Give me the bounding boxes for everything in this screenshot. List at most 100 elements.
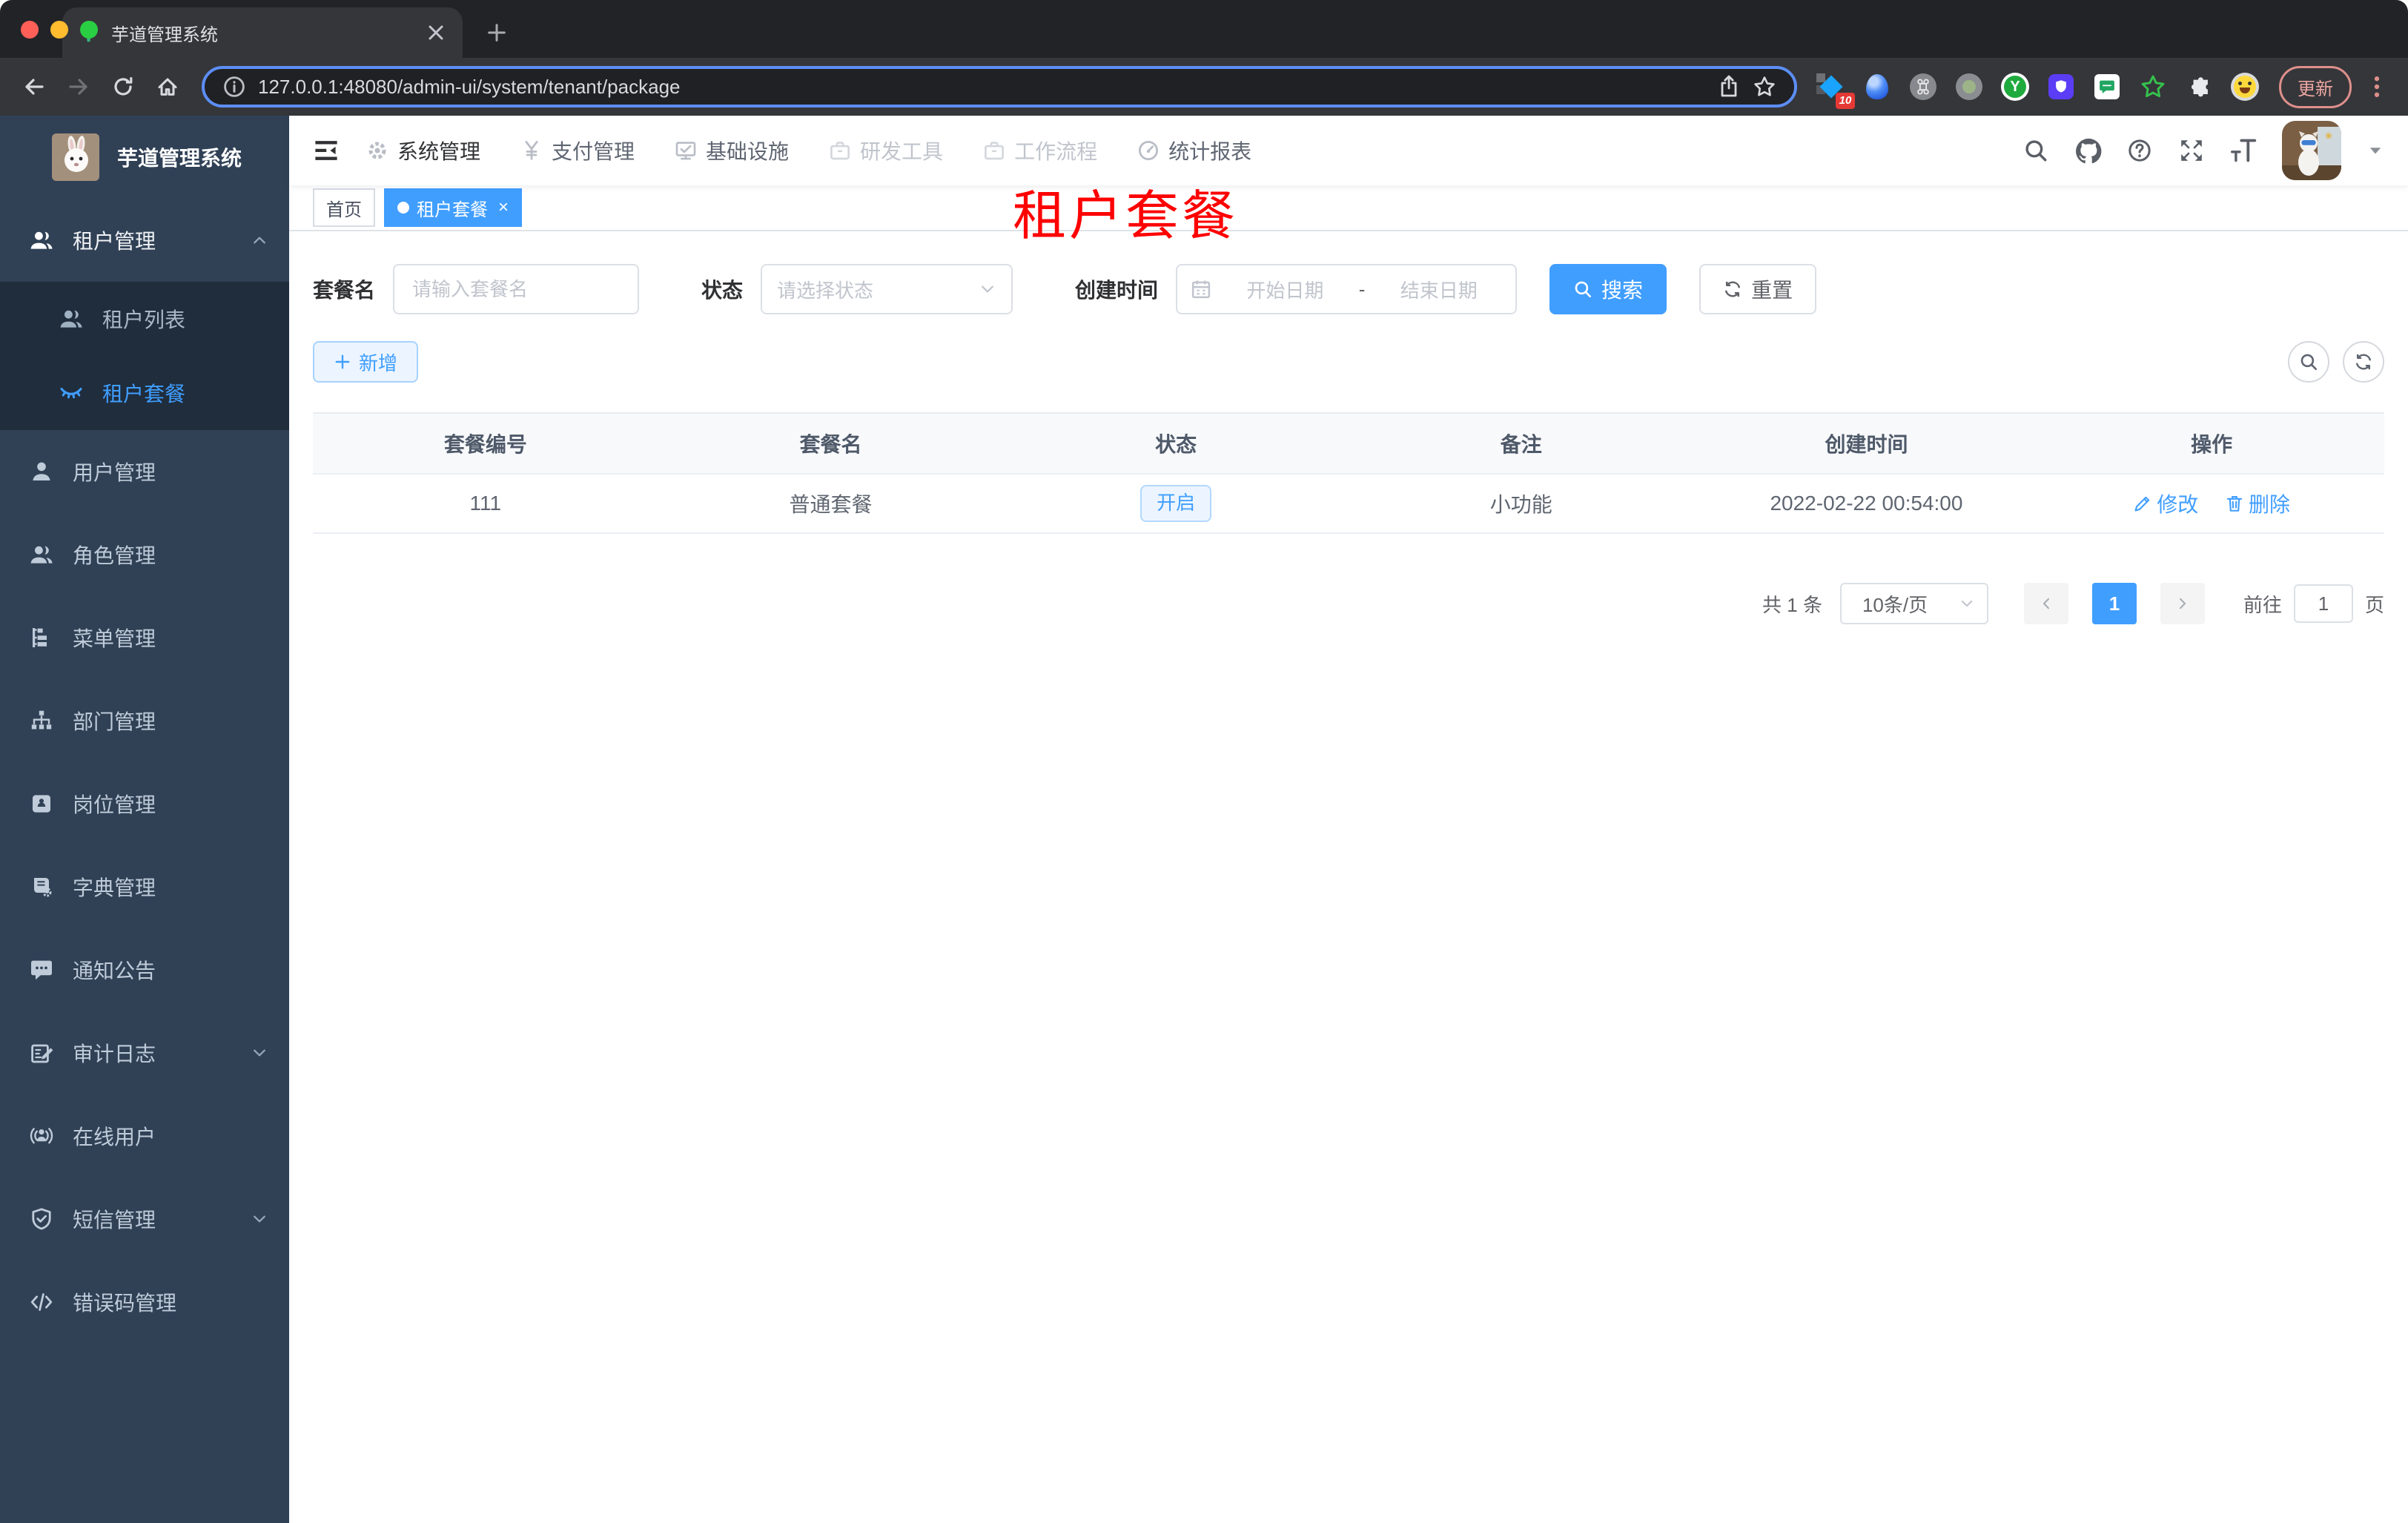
zoom-window-button[interactable] bbox=[80, 21, 98, 39]
help-icon[interactable] bbox=[2126, 137, 2153, 164]
online-signal-icon bbox=[30, 1124, 53, 1148]
browser-update-button[interactable]: 更新 bbox=[2279, 65, 2352, 108]
next-page-button[interactable] bbox=[2160, 583, 2205, 624]
tab-close-icon[interactable] bbox=[424, 21, 448, 44]
tag-home[interactable]: 首页 bbox=[313, 188, 375, 227]
extension-star-icon[interactable] bbox=[2137, 70, 2169, 103]
sidebar-item-role-mgmt[interactable]: 角色管理 bbox=[0, 513, 289, 596]
profile-avatar-icon[interactable] bbox=[2229, 70, 2261, 103]
tags-view-bar: 首页 租户套餐 × bbox=[289, 185, 2408, 231]
edit-log-icon bbox=[30, 1041, 53, 1065]
address-bar[interactable]: 127.0.0.1:48080/admin-ui/system/tenant/p… bbox=[202, 66, 1797, 108]
name-filter-label: 套餐名 bbox=[313, 279, 376, 302]
status-filter-select[interactable]: 请选择状态 bbox=[761, 264, 1013, 314]
app-title: 芋道管理系统 bbox=[117, 147, 242, 170]
user-icon bbox=[30, 460, 53, 483]
prev-page-button[interactable] bbox=[2023, 583, 2068, 624]
cell-package-id: 111 bbox=[313, 474, 658, 534]
extension-gem-icon[interactable] bbox=[1861, 70, 1893, 103]
top-menu-payment[interactable]: 支付管理 bbox=[520, 136, 635, 165]
tab-title: 芋道管理系统 bbox=[111, 24, 218, 45]
chevron-right-icon bbox=[2174, 595, 2191, 612]
end-date-placeholder[interactable]: 结束日期 bbox=[1375, 276, 1502, 303]
browser-tab-strip: 芋道管理系统 bbox=[0, 0, 2408, 58]
name-filter-input[interactable] bbox=[393, 264, 640, 314]
sidebar-item-dict-mgmt[interactable]: 字典管理 bbox=[0, 845, 289, 928]
goto-page-input[interactable] bbox=[2293, 584, 2353, 623]
extension-chat-icon[interactable] bbox=[2091, 70, 2123, 103]
close-window-button[interactable] bbox=[21, 21, 39, 39]
search-button[interactable]: 搜索 bbox=[1549, 264, 1667, 314]
main-area: 系统管理 支付管理 基础设施 研发工具 工作流程 统计报表 首页 租户套餐 × … bbox=[289, 116, 2408, 1523]
share-icon[interactable] bbox=[1717, 75, 1741, 99]
new-tab-button[interactable] bbox=[477, 13, 516, 52]
extension-badge: 10 bbox=[1836, 93, 1855, 109]
fullscreen-icon[interactable] bbox=[2178, 137, 2205, 164]
reload-icon[interactable] bbox=[107, 70, 139, 103]
minimize-window-button[interactable] bbox=[50, 21, 68, 39]
delete-link[interactable]: 删除 bbox=[2225, 489, 2290, 518]
browser-tab[interactable]: 芋道管理系统 bbox=[62, 7, 463, 58]
sidebar-item-post-mgmt[interactable]: 岗位管理 bbox=[0, 762, 289, 845]
add-button[interactable]: 新增 bbox=[313, 341, 419, 383]
date-separator: - bbox=[1358, 277, 1366, 300]
extension-y-icon[interactable]: Y bbox=[1999, 70, 2031, 103]
header-search-icon[interactable] bbox=[2022, 137, 2049, 164]
sidebar-item-error-code-mgmt[interactable]: 错误码管理 bbox=[0, 1261, 289, 1344]
tag-close-icon[interactable]: × bbox=[498, 199, 509, 217]
sidebar-item-sms-mgmt[interactable]: 短信管理 bbox=[0, 1177, 289, 1261]
extensions-puzzle-icon[interactable] bbox=[2183, 70, 2215, 103]
github-icon[interactable] bbox=[2074, 137, 2101, 164]
extension-diamond-icon[interactable]: 10 bbox=[1815, 70, 1855, 109]
table-row: 111 普通套餐 开启 小功能 2022-02-22 00:54:00 修改 删… bbox=[313, 474, 2384, 534]
extension-shield-icon[interactable] bbox=[2045, 70, 2077, 103]
page-size-select[interactable]: 10条/页 bbox=[1839, 583, 1988, 624]
status-badge: 开启 bbox=[1140, 485, 1212, 522]
tree-list-icon bbox=[30, 626, 53, 650]
sidebar-item-notice[interactable]: 通知公告 bbox=[0, 928, 289, 1011]
url-text[interactable]: 127.0.0.1:48080/admin-ui/system/tenant/p… bbox=[258, 76, 1705, 99]
sidebar-item-menu-mgmt[interactable]: 菜单管理 bbox=[0, 596, 289, 679]
chat-bubble-icon bbox=[30, 958, 53, 982]
package-table: 套餐编号 套餐名 状态 备注 创建时间 操作 111 普通套餐 开启 小功能 2… bbox=[313, 412, 2384, 534]
tag-tenant-package[interactable]: 租户套餐 × bbox=[384, 188, 523, 227]
sidebar-item-user-mgmt[interactable]: 用户管理 bbox=[0, 430, 289, 513]
top-menu-devtools[interactable]: 研发工具 bbox=[829, 136, 943, 165]
user-avatar[interactable] bbox=[2282, 121, 2341, 180]
reset-button[interactable]: 重置 bbox=[1699, 264, 1817, 314]
caret-down-icon[interactable] bbox=[2366, 142, 2384, 159]
browser-menu-kebab-icon[interactable] bbox=[2364, 73, 2390, 100]
extension-command-icon[interactable] bbox=[1907, 70, 1939, 103]
users-icon bbox=[30, 543, 53, 566]
extension-dot-icon[interactable] bbox=[1953, 70, 1985, 103]
sidebar-item-online-users[interactable]: 在线用户 bbox=[0, 1094, 289, 1177]
top-menu-system[interactable]: 系统管理 bbox=[366, 136, 480, 165]
bookmark-star-icon[interactable] bbox=[1753, 75, 1776, 99]
start-date-placeholder[interactable]: 开始日期 bbox=[1222, 276, 1349, 303]
site-info-icon[interactable] bbox=[222, 75, 246, 99]
home-icon[interactable] bbox=[151, 70, 184, 103]
page-1-button[interactable]: 1 bbox=[2091, 583, 2137, 624]
app-logo-row[interactable]: 芋道管理系统 bbox=[0, 116, 289, 199]
top-menu-infra[interactable]: 基础设施 bbox=[675, 136, 789, 165]
col-created: 创建时间 bbox=[1693, 413, 2040, 475]
date-range-picker[interactable]: 开始日期 - 结束日期 bbox=[1176, 264, 1518, 314]
chevron-down-icon bbox=[979, 280, 996, 298]
forward-icon[interactable] bbox=[62, 70, 95, 103]
sidebar-item-tenant-mgmt[interactable]: 租户管理 bbox=[0, 199, 289, 282]
show-search-toggle-button[interactable] bbox=[2288, 341, 2329, 383]
sidebar-item-dept-mgmt[interactable]: 部门管理 bbox=[0, 679, 289, 762]
top-menu-workflow[interactable]: 工作流程 bbox=[983, 136, 1097, 165]
font-size-icon[interactable] bbox=[2230, 137, 2257, 164]
refresh-table-button[interactable] bbox=[2343, 341, 2384, 383]
search-icon bbox=[1573, 280, 1592, 299]
back-icon[interactable] bbox=[18, 70, 50, 103]
sidebar-item-tenant-list[interactable]: 租户列表 bbox=[0, 282, 289, 356]
top-menu-report[interactable]: 统计报表 bbox=[1137, 136, 1251, 165]
sidebar-item-tenant-package[interactable]: 租户套餐 bbox=[0, 356, 289, 430]
sidebar-fold-icon[interactable] bbox=[313, 137, 340, 164]
col-remark: 备注 bbox=[1348, 413, 1694, 475]
sidebar-item-audit-log[interactable]: 审计日志 bbox=[0, 1011, 289, 1094]
sidebar: 芋道管理系统 租户管理 租户列表 租户套餐 用户管理 角色管理 菜单管理 部门管… bbox=[0, 116, 289, 1523]
edit-link[interactable]: 修改 bbox=[2133, 489, 2198, 518]
